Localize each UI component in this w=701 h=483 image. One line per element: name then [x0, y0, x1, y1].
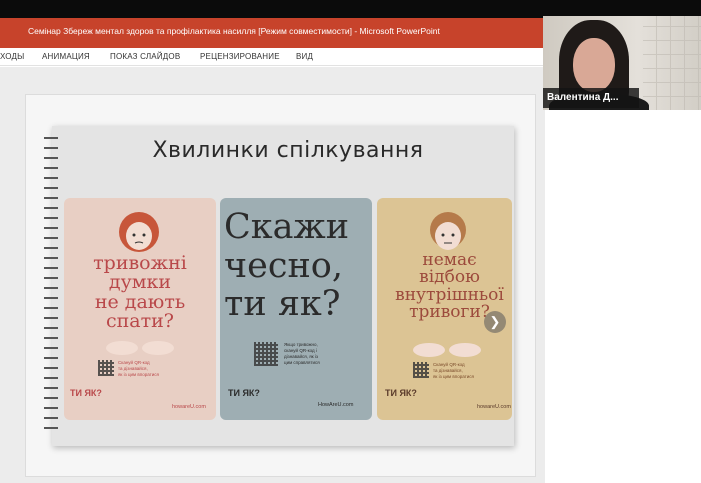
tab-review[interactable]: РЕЦЕНЗИРОВАНИЕ: [200, 52, 280, 61]
tab-slide-show[interactable]: ПОКАЗ СЛАЙДОВ: [110, 52, 180, 61]
window-title: Семінар Збереж ментал здоров та профілак…: [28, 26, 440, 36]
participant-video-tile[interactable]: Валентина Д...: [543, 16, 701, 110]
poster-card-3: немає відбою внутрішньої тривоги? Скануй…: [377, 198, 512, 420]
worried-person-illustration-icon: [119, 212, 159, 252]
feet-illustration-icon: [413, 343, 481, 357]
chevron-right-icon[interactable]: ❯: [484, 311, 506, 333]
qr-code-icon: [98, 360, 114, 376]
calm-person-illustration-icon: [430, 212, 466, 250]
powerpoint-title-bar: Семінар Збереж ментал здоров та профілак…: [0, 18, 545, 48]
feet-illustration-icon: [106, 341, 174, 355]
tab-animation[interactable]: АНИМАЦИЯ: [42, 52, 90, 61]
poster-3-small-text: Скануй QR-код та дізнавайся, як із цим в…: [433, 362, 474, 379]
poster-2-logo: ТИ ЯК?: [228, 388, 260, 398]
poster-2-headline: Скажи чесно, ти як?: [224, 207, 350, 324]
poster-card-2: Скажи чесно, ти як? Якщо тривожно, скану…: [220, 198, 372, 420]
poster-2-url: HowAreU.com: [318, 402, 354, 408]
qr-code-icon: [254, 342, 278, 366]
tab-view[interactable]: ВИД: [296, 52, 313, 61]
tab-transitions[interactable]: ХОДЫ: [0, 52, 24, 61]
wall-tiles: [643, 16, 701, 110]
participant-name-label: Валентина Д...: [543, 88, 639, 108]
participant-face: [573, 38, 615, 92]
poster-1-logo: ТИ ЯК?: [70, 388, 102, 398]
poster-1-headline: тривожні думки не дають спати?: [93, 252, 187, 333]
poster-1-url: howareU.com: [172, 404, 206, 410]
poster-1-small-text: Скануй QR-код та дізнавайся, як із цим в…: [118, 360, 159, 377]
poster-card-1: тривожні думки не дають спати? Скануй QR…: [64, 198, 216, 420]
poster-2-small-text: Якщо тривожно, скануй QR-код і дізнавайс…: [284, 342, 320, 365]
poster-3-logo: ТИ ЯК?: [385, 388, 417, 398]
ribbon-tabs: ХОДЫ АНИМАЦИЯ ПОКАЗ СЛАЙДОВ РЕЦЕНЗИРОВАН…: [0, 48, 545, 66]
poster-3-url: howareU.com: [477, 404, 511, 410]
spiral-binding-icon: [44, 137, 58, 429]
right-pane: [545, 108, 701, 483]
qr-code-icon: [413, 362, 429, 378]
slide-title: Хвилинки спілкування: [152, 138, 424, 163]
